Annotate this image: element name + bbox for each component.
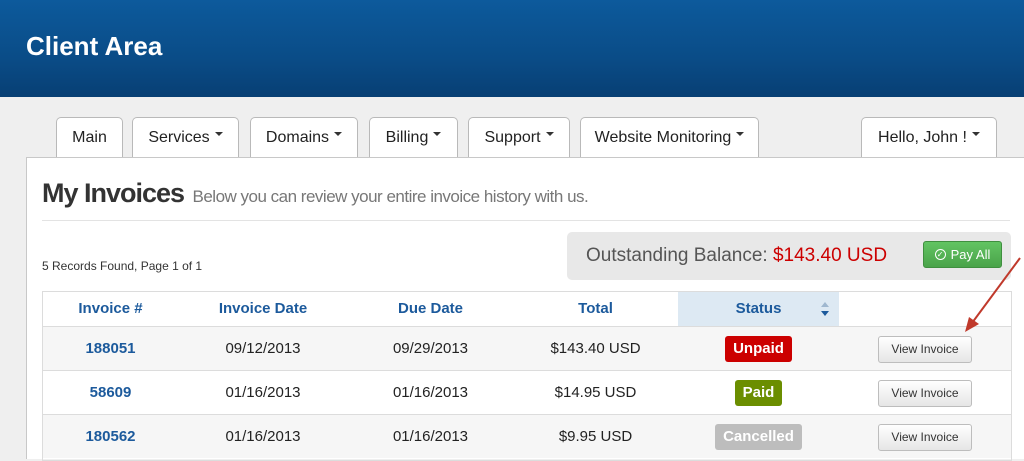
table-row: 58609 01/16/2013 01/16/2013 $14.95 USD P… — [43, 370, 1011, 414]
tab-services[interactable]: Services — [132, 117, 239, 157]
pay-all-label: Pay All — [950, 247, 991, 262]
due-date-cell: 01/16/2013 — [392, 428, 469, 445]
balance-label: Outstanding Balance: — [586, 245, 768, 266]
view-invoice-button[interactable]: View Invoice — [878, 335, 972, 363]
pay-all-button[interactable]: ✓ Pay All — [923, 241, 1002, 268]
status-cell: Paid — [678, 371, 839, 414]
user-menu[interactable]: Hello, John ! — [861, 117, 997, 157]
invoice-number-cell: 188051 — [43, 327, 178, 370]
column-label: Total — [578, 300, 613, 317]
tab-domains[interactable]: Domains — [250, 117, 358, 157]
view-invoice-button[interactable]: View Invoice — [878, 423, 972, 451]
content-panel: My Invoices Below you can review your en… — [26, 157, 1024, 461]
invoice-link[interactable]: 188051 — [85, 340, 135, 357]
table-row: 188051 09/12/2013 09/29/2013 $143.40 USD… — [43, 326, 1011, 370]
total-cell: $9.95 USD — [558, 428, 633, 445]
main-nav: Main Services Domains Billing Support We… — [0, 117, 1024, 158]
invoice-number-cell: 180562 — [43, 415, 178, 458]
site-header: Client Area — [0, 0, 1024, 97]
outstanding-balance-box: Outstanding Balance: $143.40 USD ✓ Pay A… — [567, 232, 1011, 280]
column-due-date[interactable]: Due Date — [348, 292, 513, 326]
chevron-down-icon — [971, 131, 980, 136]
table-header: Invoice # Invoice Date Due Date Total St… — [43, 292, 1011, 326]
tab-label: Services — [148, 128, 210, 146]
balance-amount: $143.40 USD — [772, 245, 888, 266]
view-invoice-button[interactable]: View Invoice — [878, 379, 972, 407]
column-label: Due Date — [397, 300, 464, 317]
column-total[interactable]: Total — [513, 292, 678, 326]
heading-divider — [42, 220, 1010, 221]
tab-label: Main — [72, 128, 107, 146]
invoice-date-cell: 09/12/2013 — [225, 340, 301, 357]
check-circle-icon: ✓ — [934, 249, 946, 260]
sort-icon — [821, 302, 829, 316]
column-label: Invoice # — [78, 300, 143, 317]
status-badge: Paid — [734, 380, 783, 407]
tab-label: Domains — [265, 128, 330, 146]
tab-label: Billing — [385, 128, 429, 146]
total-cell: $14.95 USD — [554, 384, 637, 401]
invoices-table: Invoice # Invoice Date Due Date Total St… — [42, 291, 1012, 461]
balance-text: Outstanding Balance: $143.40 USD — [586, 245, 887, 267]
chevron-down-icon — [214, 131, 223, 136]
tab-billing[interactable]: Billing — [369, 117, 458, 157]
action-cell: View Invoice — [839, 371, 1011, 414]
action-cell: View Invoice — [839, 327, 1011, 370]
column-invoice-date[interactable]: Invoice Date — [178, 292, 348, 326]
page-title: My Invoices — [42, 178, 185, 208]
status-cell: Cancelled — [678, 415, 839, 458]
total-cell: $143.40 USD — [550, 340, 641, 357]
column-label: Invoice Date — [218, 300, 308, 317]
tab-label: Support — [484, 128, 541, 146]
invoice-date-cell: 01/16/2013 — [225, 428, 301, 445]
column-status[interactable]: Status — [678, 292, 839, 326]
records-count: 5 Records Found, Page 1 of 1 — [42, 259, 203, 273]
chevron-down-icon — [433, 131, 442, 136]
chevron-down-icon — [545, 131, 554, 136]
column-invoice-number[interactable]: Invoice # — [43, 292, 178, 326]
tab-label: Website Monitoring — [594, 128, 732, 146]
tab-website-monitoring[interactable]: Website Monitoring — [580, 117, 759, 157]
status-badge: Unpaid — [725, 336, 792, 363]
status-cell: Unpaid — [678, 327, 839, 370]
chevron-down-icon — [334, 131, 343, 136]
table-row: 180562 01/16/2013 01/16/2013 $9.95 USD C… — [43, 414, 1011, 458]
chevron-down-icon — [736, 131, 745, 136]
invoice-date-cell: 01/16/2013 — [225, 384, 301, 401]
due-date-cell: 01/16/2013 — [392, 384, 469, 401]
tab-support[interactable]: Support — [468, 117, 570, 157]
column-label: Status — [735, 300, 782, 317]
site-title: Client Area — [26, 31, 163, 61]
user-menu-label: Hello, John ! — [878, 128, 967, 146]
page-subtitle: Below you can review your entire invoice… — [192, 187, 589, 206]
due-date-cell: 09/29/2013 — [392, 340, 469, 357]
tab-main[interactable]: Main — [56, 117, 123, 157]
invoice-link[interactable]: 180562 — [85, 428, 135, 445]
invoice-number-cell: 58609 — [43, 371, 178, 414]
action-cell: View Invoice — [839, 415, 1011, 458]
status-badge: Cancelled — [715, 424, 802, 451]
invoice-link[interactable]: 58609 — [90, 384, 132, 401]
page-heading: My Invoices Below you can review your en… — [42, 178, 589, 209]
